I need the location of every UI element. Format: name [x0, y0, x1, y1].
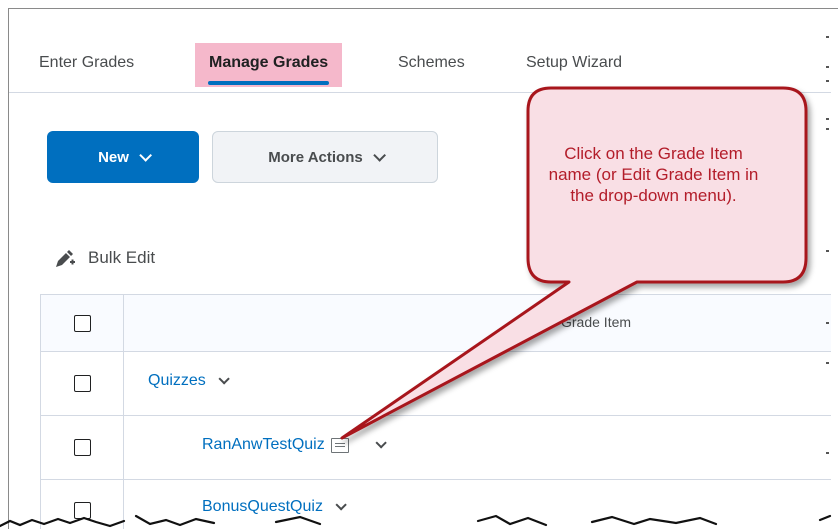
grade-item-name: RanAnwTestQuiz	[202, 436, 325, 453]
grade-category-name: Quizzes	[148, 372, 206, 389]
tab-setup-wizard[interactable]: Setup Wizard	[526, 43, 622, 87]
app-frame: Enter Grades Manage Grades Schemes Setup…	[8, 8, 838, 529]
select-all-checkbox[interactable]	[74, 315, 91, 332]
table-row: Quizzes	[41, 352, 832, 416]
edge-mark	[826, 250, 829, 252]
table-header-row: Grade Item	[41, 295, 832, 352]
active-tab-indicator	[208, 81, 330, 85]
edge-mark	[826, 362, 829, 364]
torn-edge-decoration	[0, 514, 832, 528]
more-actions-label: More Actions	[268, 148, 363, 166]
edge-mark	[826, 36, 829, 38]
bulk-edit-label: Bulk Edit	[88, 248, 156, 267]
grade-category-link[interactable]: Quizzes	[148, 372, 230, 390]
grade-item-column-header: Grade Item	[561, 314, 632, 330]
bulk-edit-button[interactable]: Bulk Edit	[54, 247, 155, 269]
bulk-edit-icon	[56, 250, 75, 267]
tab-bar: Enter Grades Manage Grades Schemes Setup…	[9, 9, 831, 93]
edge-mark	[826, 128, 829, 130]
row-checkbox[interactable]	[74, 439, 91, 456]
chevron-down-icon	[372, 148, 386, 162]
edge-mark	[826, 80, 829, 82]
grade-item-link[interactable]: RanAnwTestQuiz	[202, 436, 387, 454]
chevron-down-icon[interactable]	[335, 499, 347, 511]
tab-enter-grades[interactable]: Enter Grades	[39, 43, 134, 87]
adjacent-window-edge	[831, 9, 838, 529]
tab-manage-grades-label: Manage Grades	[209, 54, 329, 71]
row-checkbox[interactable]	[74, 375, 91, 392]
edge-mark	[826, 322, 829, 324]
grades-table: Grade Item Quizzes RanAnwTestQuiz BonusQ…	[40, 294, 832, 529]
preview-icon[interactable]	[330, 437, 349, 453]
callout-text: Click on the Grade Item name (or Edit Gr…	[548, 144, 759, 205]
column-divider	[123, 295, 124, 529]
edge-mark	[826, 118, 829, 120]
chevron-down-icon[interactable]	[218, 373, 230, 385]
edge-mark	[826, 452, 829, 454]
new-button[interactable]: New	[47, 131, 199, 183]
tab-schemes[interactable]: Schemes	[398, 43, 465, 87]
edge-mark	[826, 66, 829, 68]
tab-manage-grades[interactable]: Manage Grades	[195, 43, 343, 87]
new-button-label: New	[98, 148, 129, 166]
more-actions-button[interactable]: More Actions	[212, 131, 438, 183]
chevron-down-icon	[139, 148, 152, 162]
table-row: RanAnwTestQuiz	[41, 416, 832, 480]
chevron-down-icon[interactable]	[375, 437, 387, 449]
